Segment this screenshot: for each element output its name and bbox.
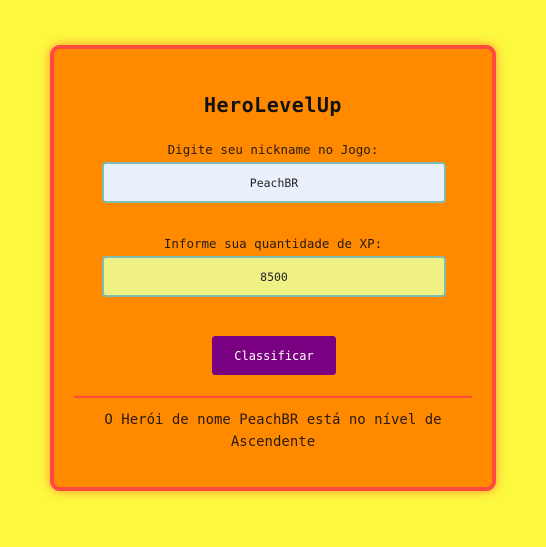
xp-input[interactable] (102, 256, 446, 297)
nickname-input[interactable] (102, 162, 446, 203)
nickname-label: Digite seu nickname no Jogo: (167, 142, 379, 157)
classify-button[interactable]: Classificar (212, 336, 336, 375)
divider (74, 396, 472, 398)
result-message: O Herói de nome PeachBR está no nível de… (104, 412, 442, 450)
xp-label: Informe sua quantidade de XP: (163, 236, 383, 251)
hero-card: HeroLevelUp Digite seu nickname no Jogo:… (50, 45, 496, 491)
page-title: HeroLevelUp (204, 93, 342, 117)
